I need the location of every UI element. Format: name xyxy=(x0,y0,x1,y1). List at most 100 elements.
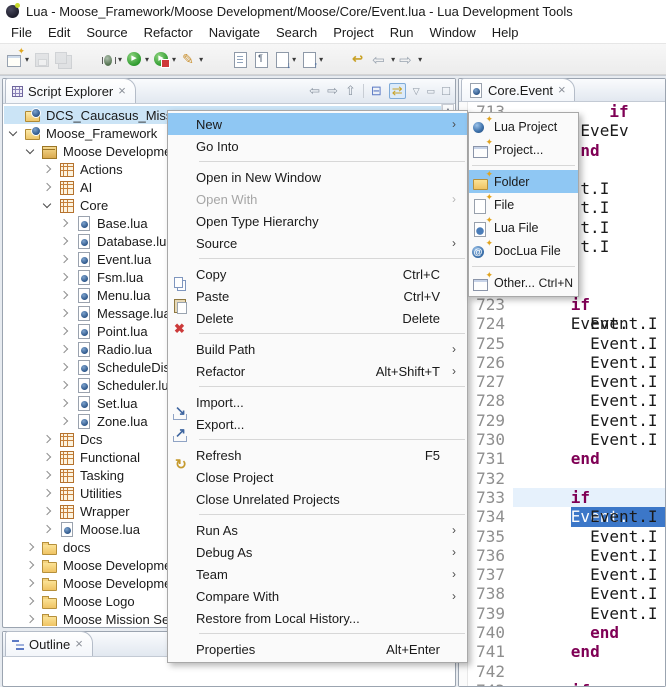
expander-icon[interactable] xyxy=(60,327,68,335)
run-button[interactable]: ▾ xyxy=(124,47,151,71)
dropdown-caret-icon[interactable]: ▾ xyxy=(418,55,422,64)
maximize-icon[interactable]: □ xyxy=(442,84,450,98)
expander-icon[interactable] xyxy=(60,273,68,281)
context-menu-item-properties[interactable]: PropertiesAlt+Enter xyxy=(168,638,467,660)
show-source-button[interactable] xyxy=(229,47,250,71)
new-submenu-item-file[interactable]: File xyxy=(469,193,578,216)
context-menu-item-restore-from-local-history[interactable]: Restore from Local History... xyxy=(168,607,467,629)
tab-outline[interactable]: Outline × xyxy=(5,631,93,656)
menubar-item-project[interactable]: Project xyxy=(325,23,381,42)
forward-button[interactable]: ▾ xyxy=(397,47,424,71)
new-wizard-button[interactable]: ▾ xyxy=(4,47,31,71)
menubar-item-source[interactable]: Source xyxy=(78,23,135,42)
back-history-icon[interactable]: ⇦ xyxy=(309,84,320,98)
expander-icon[interactable] xyxy=(60,381,68,389)
expander-icon[interactable] xyxy=(60,309,68,317)
expander-icon[interactable] xyxy=(26,597,34,605)
minimize-icon[interactable]: ▭ xyxy=(427,84,436,98)
expander-icon[interactable] xyxy=(43,183,51,191)
context-menu-item-go-into[interactable]: Go Into xyxy=(168,135,467,157)
new-submenu-item-folder[interactable]: Folder xyxy=(469,170,578,193)
dropdown-caret-icon[interactable]: ▾ xyxy=(292,55,296,64)
menubar-item-run[interactable]: Run xyxy=(382,23,422,42)
menubar-item-navigate[interactable]: Navigate xyxy=(201,23,268,42)
debug-button[interactable]: ▾ xyxy=(97,47,124,71)
tab-core-event[interactable]: Core.Event × xyxy=(461,78,575,101)
expander-icon[interactable] xyxy=(26,561,34,569)
expander-icon[interactable] xyxy=(43,435,51,443)
context-menu-item-open-type-hierarchy[interactable]: Open Type Hierarchy xyxy=(168,210,467,232)
close-icon[interactable]: × xyxy=(75,639,83,649)
expander-icon[interactable] xyxy=(43,453,51,461)
dropdown-caret-icon[interactable]: ▾ xyxy=(25,55,29,64)
context-menu-item-close-project[interactable]: Close Project xyxy=(168,466,467,488)
menubar-item-edit[interactable]: Edit xyxy=(40,23,78,42)
context-menu-item-copy[interactable]: CopyCtrl+C xyxy=(168,263,467,285)
expander-icon[interactable] xyxy=(43,165,51,173)
run-coverage-button[interactable]: ▾ xyxy=(151,47,178,71)
new-submenu-item-doclua-file[interactable]: DocLua File xyxy=(469,239,578,262)
new-submenu-item-other[interactable]: Other...Ctrl+N xyxy=(469,271,578,294)
context-menu-item-new[interactable]: New› xyxy=(168,113,467,135)
expander-icon[interactable] xyxy=(43,525,51,533)
new-submenu-item-lua-file[interactable]: Lua File xyxy=(469,216,578,239)
expander-icon[interactable] xyxy=(60,345,68,353)
view-menu-icon[interactable]: ▽ xyxy=(413,84,420,98)
dropdown-caret-icon[interactable]: ▾ xyxy=(145,55,149,64)
context-menu-item-open-in-new-window[interactable]: Open in New Window xyxy=(168,166,467,188)
menubar-item-help[interactable]: Help xyxy=(484,23,527,42)
show-whitespace-button[interactable] xyxy=(250,47,271,71)
previous-annotation-button[interactable]: ▾ xyxy=(298,47,325,71)
context-menu-item-source[interactable]: Source› xyxy=(168,232,467,254)
context-menu-item-refresh[interactable]: RefreshF5 xyxy=(168,444,467,466)
expander-icon[interactable] xyxy=(60,255,68,263)
expander-icon[interactable] xyxy=(43,489,51,497)
expander-icon[interactable] xyxy=(43,199,51,207)
menubar-item-refactor[interactable]: Refactor xyxy=(136,23,201,42)
expander-icon[interactable] xyxy=(60,237,68,245)
expander-icon[interactable] xyxy=(60,363,68,371)
new-submenu-item-project[interactable]: Project... xyxy=(469,138,578,161)
new-submenu-item-lua-project[interactable]: Lua Project xyxy=(469,115,578,138)
context-menu-item-paste[interactable]: PasteCtrl+V xyxy=(168,285,467,307)
last-edit-location-button[interactable] xyxy=(349,47,370,71)
collapse-all-icon[interactable]: ⊟ xyxy=(371,84,382,98)
context-menu-item-debug-as[interactable]: Debug As› xyxy=(168,541,467,563)
expander-icon[interactable] xyxy=(26,579,34,587)
context-menu-item-delete[interactable]: DeleteDelete xyxy=(168,307,467,329)
link-with-editor-icon[interactable]: ⇄ xyxy=(389,83,406,99)
expander-icon[interactable] xyxy=(60,219,68,227)
next-annotation-button[interactable]: ▾ xyxy=(271,47,298,71)
expander-icon[interactable] xyxy=(26,615,34,623)
expander-icon[interactable] xyxy=(60,417,68,425)
menubar-item-search[interactable]: Search xyxy=(268,23,325,42)
context-menu-item-build-path[interactable]: Build Path› xyxy=(168,338,467,360)
expander-icon[interactable] xyxy=(43,507,51,515)
tab-script-explorer[interactable]: Script Explorer × xyxy=(5,78,136,103)
expander-icon[interactable] xyxy=(9,127,17,135)
expander-icon[interactable] xyxy=(60,399,68,407)
context-menu-item-close-unrelated-projects[interactable]: Close Unrelated Projects xyxy=(168,488,467,510)
context-menu-item-import[interactable]: Import... xyxy=(168,391,467,413)
context-menu-item-run-as[interactable]: Run As› xyxy=(168,519,467,541)
expander-icon[interactable] xyxy=(26,543,34,551)
dropdown-caret-icon[interactable]: ▾ xyxy=(118,55,122,64)
close-icon[interactable]: × xyxy=(118,86,126,96)
dropdown-caret-icon[interactable]: ▾ xyxy=(199,55,203,64)
expander-icon[interactable] xyxy=(43,471,51,479)
context-menu-item-team[interactable]: Team› xyxy=(168,563,467,585)
dropdown-caret-icon[interactable]: ▾ xyxy=(391,55,395,64)
context-menu-item-export[interactable]: Export... xyxy=(168,413,467,435)
expander-icon[interactable] xyxy=(60,291,68,299)
context-menu-item-refactor[interactable]: RefactorAlt+Shift+T› xyxy=(168,360,467,382)
back-button[interactable]: ▾ xyxy=(370,47,397,71)
forward-history-icon[interactable]: ⇨ xyxy=(327,84,338,98)
dropdown-caret-icon[interactable]: ▾ xyxy=(172,55,176,64)
context-menu-item-compare-with[interactable]: Compare With› xyxy=(168,585,467,607)
expander-icon[interactable] xyxy=(26,145,34,153)
external-tools-button[interactable]: ▾ xyxy=(178,47,205,71)
menubar-item-file[interactable]: File xyxy=(3,23,40,42)
menubar-item-window[interactable]: Window xyxy=(422,23,484,42)
dropdown-caret-icon[interactable]: ▾ xyxy=(319,55,323,64)
close-icon[interactable]: × xyxy=(558,85,566,95)
